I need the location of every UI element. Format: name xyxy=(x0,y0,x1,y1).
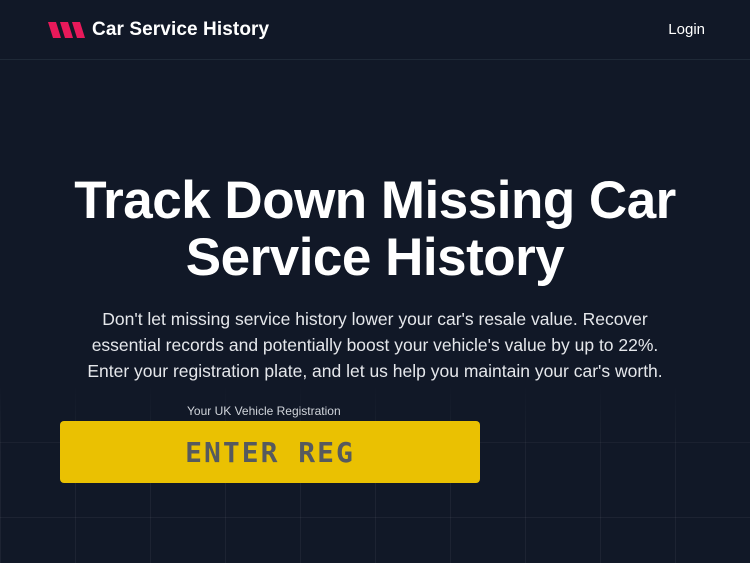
hero-title-line-2: Service History xyxy=(185,228,565,287)
registration-input[interactable] xyxy=(60,421,480,483)
hero-description: Don't let missing service history lower … xyxy=(87,309,663,381)
login-link[interactable]: Login xyxy=(668,21,705,38)
site-header: Car Service History Login xyxy=(0,0,750,60)
brand-name: Car Service History xyxy=(92,19,270,40)
hero-title: Track Down Missing Car Service History xyxy=(0,172,750,286)
hero-title-line-1: Track Down Missing Car xyxy=(74,171,676,230)
brand-logo[interactable]: Car Service History xyxy=(45,17,269,43)
chevrons-right-icon xyxy=(48,22,85,38)
registration-label: Your UK Vehicle Registration xyxy=(187,404,341,418)
